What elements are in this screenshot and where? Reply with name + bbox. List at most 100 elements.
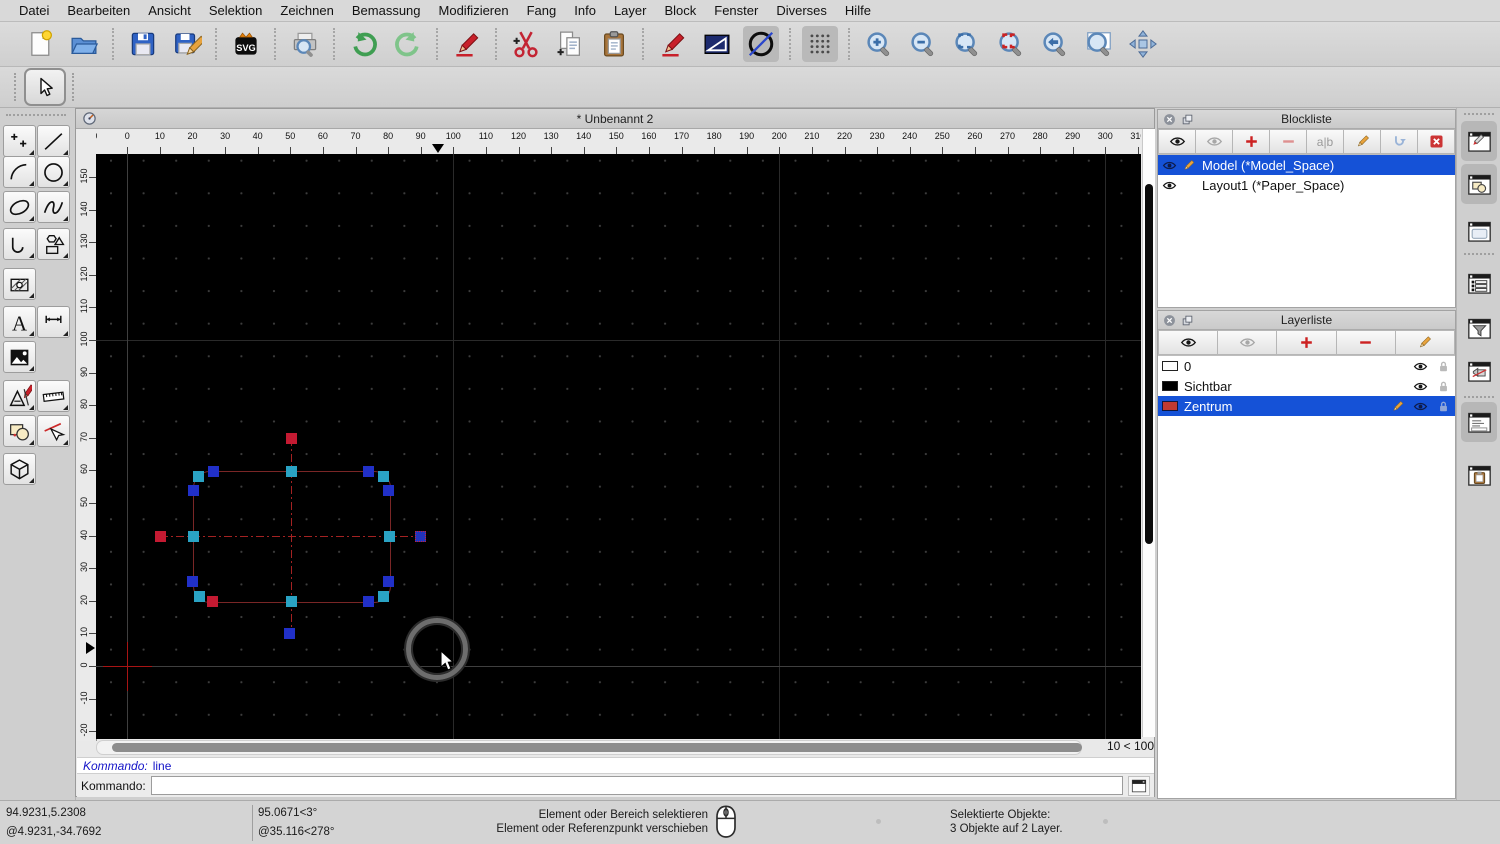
eye-icon[interactable] [1413, 379, 1428, 394]
save-as-button[interactable] [169, 26, 205, 62]
eye-white-icon[interactable] [1162, 158, 1177, 173]
detach-icon[interactable] [1181, 314, 1194, 327]
selection-handle-cyan[interactable] [192, 470, 204, 482]
menu-ansicht[interactable]: Ansicht [139, 3, 200, 18]
filter-window-toggle[interactable] [1461, 308, 1497, 348]
menu-modifizieren[interactable]: Modifizieren [430, 3, 518, 18]
svg-export-button[interactable]: SVG [228, 26, 264, 62]
selection-handle-blue[interactable] [186, 575, 198, 587]
selection-handle-blue[interactable] [362, 465, 374, 477]
print-preview-button[interactable] [287, 26, 323, 62]
plus-button[interactable] [1277, 330, 1337, 355]
command-input[interactable] [150, 776, 1123, 795]
selection-handle-cyan[interactable] [285, 465, 297, 477]
circle-line-button[interactable] [743, 26, 779, 62]
block-list-item[interactable]: Model (*Model_Space) [1158, 155, 1455, 175]
eye-icon[interactable] [1413, 359, 1428, 374]
undo-button[interactable] [346, 26, 382, 62]
vertical-scrollbar[interactable] [1142, 129, 1155, 737]
selection-handle-blue[interactable] [207, 465, 219, 477]
layer-window-toggle[interactable] [1461, 121, 1497, 161]
close-icon[interactable] [1163, 314, 1176, 327]
zoom-pan-button[interactable] [1125, 26, 1161, 62]
draw-shapes-button[interactable] [37, 228, 70, 260]
zoom-in-button[interactable] [861, 26, 897, 62]
toolbar-drag-handle[interactable] [72, 73, 76, 101]
selected-entity-rounded-rect[interactable] [193, 471, 391, 603]
layer-list-item[interactable]: Zentrum [1158, 396, 1455, 416]
eye-icon[interactable] [1162, 178, 1177, 193]
notify-window-toggle[interactable] [1461, 351, 1497, 391]
selection-handle-blue[interactable] [283, 627, 295, 639]
layer-list-item[interactable]: 0 [1158, 356, 1455, 376]
menu-selektion[interactable]: Selektion [200, 3, 271, 18]
selection-handle-cyan[interactable] [377, 470, 389, 482]
selection-handle-cyan[interactable] [383, 530, 395, 542]
menu-hilfe[interactable]: Hilfe [836, 3, 880, 18]
detach-icon[interactable] [1181, 113, 1194, 126]
selection-handle-cyan[interactable] [285, 595, 297, 607]
draw-polyline-button[interactable] [3, 228, 36, 260]
tools-modify-button[interactable] [3, 380, 36, 412]
library-window-toggle[interactable] [1461, 211, 1497, 251]
draw-spline-button[interactable] [37, 191, 70, 223]
draw-points-button[interactable] [3, 125, 36, 157]
attributes-button[interactable] [699, 26, 735, 62]
select-tool-button[interactable] [24, 68, 66, 106]
minus-pale-button[interactable] [1270, 129, 1307, 154]
menu-layer[interactable]: Layer [605, 3, 656, 18]
selection-handle-red[interactable] [206, 595, 218, 607]
eye-white-icon[interactable] [1413, 399, 1428, 414]
draw-ellipse-button[interactable] [3, 191, 36, 223]
selection-handle-blue[interactable] [187, 484, 199, 496]
block-window-toggle[interactable] [1461, 164, 1497, 204]
selection-handle-cyan[interactable] [377, 590, 389, 602]
draw-dimension-button[interactable] [37, 306, 70, 338]
zoom-previous-button[interactable] [1037, 26, 1073, 62]
centerline-horizontal[interactable] [160, 536, 420, 537]
tools-measure-button[interactable] [37, 380, 70, 412]
menu-fenster[interactable]: Fenster [705, 3, 767, 18]
redo-button[interactable] [390, 26, 426, 62]
doc-new-button[interactable] [22, 26, 58, 62]
palette-drag-handle[interactable] [6, 114, 66, 118]
draw-line-button[interactable] [37, 125, 70, 157]
eye-button[interactable] [1158, 330, 1219, 355]
tools-block-button[interactable] [3, 415, 36, 447]
list-window-toggle[interactable] [1461, 263, 1497, 303]
menu-bearbeiten[interactable]: Bearbeiten [58, 3, 139, 18]
zoom-auto-button[interactable] [949, 26, 985, 62]
draw-arc-button[interactable] [3, 156, 36, 188]
zoom-redraw-button[interactable] [993, 26, 1029, 62]
zoom-window-button[interactable] [1081, 26, 1117, 62]
selection-handle-blue[interactable] [382, 484, 394, 496]
menu-fang[interactable]: Fang [518, 3, 566, 18]
menu-datei[interactable]: Datei [10, 3, 58, 18]
toolbar-drag-handle[interactable] [14, 73, 18, 101]
selection-handle-cyan[interactable] [187, 530, 199, 542]
command-window-toggle[interactable] [1461, 402, 1497, 442]
selection-handle-red[interactable] [285, 432, 297, 444]
menu-diverses[interactable]: Diverses [767, 3, 836, 18]
pencil-icon[interactable] [1181, 158, 1196, 173]
remove-all-button[interactable] [1418, 129, 1455, 154]
eye-gray-button[interactable] [1196, 129, 1233, 154]
draw-image-button[interactable] [3, 341, 36, 373]
drawing-window-titlebar[interactable]: * Unbenannt 2 [76, 109, 1154, 129]
copy-button[interactable] [552, 26, 588, 62]
horizontal-scrollbar-thumb[interactable] [112, 743, 1082, 752]
plus-button[interactable] [1233, 129, 1270, 154]
delete-eraser-button[interactable] [449, 26, 485, 62]
drawing-canvas[interactable] [96, 154, 1141, 739]
lock-icon[interactable] [1436, 359, 1451, 374]
folder-open-button[interactable] [66, 26, 102, 62]
insert-button[interactable] [1381, 129, 1418, 154]
selection-handle-blue[interactable] [382, 575, 394, 587]
selection-handle-cyan[interactable] [193, 590, 205, 602]
lock-sel-icon[interactable] [1436, 399, 1451, 414]
menu-info[interactable]: Info [565, 3, 605, 18]
menu-bemassung[interactable]: Bemassung [343, 3, 430, 18]
eye-button[interactable] [1158, 129, 1196, 154]
pencil-button[interactable] [1395, 330, 1456, 355]
cut-button[interactable] [508, 26, 544, 62]
